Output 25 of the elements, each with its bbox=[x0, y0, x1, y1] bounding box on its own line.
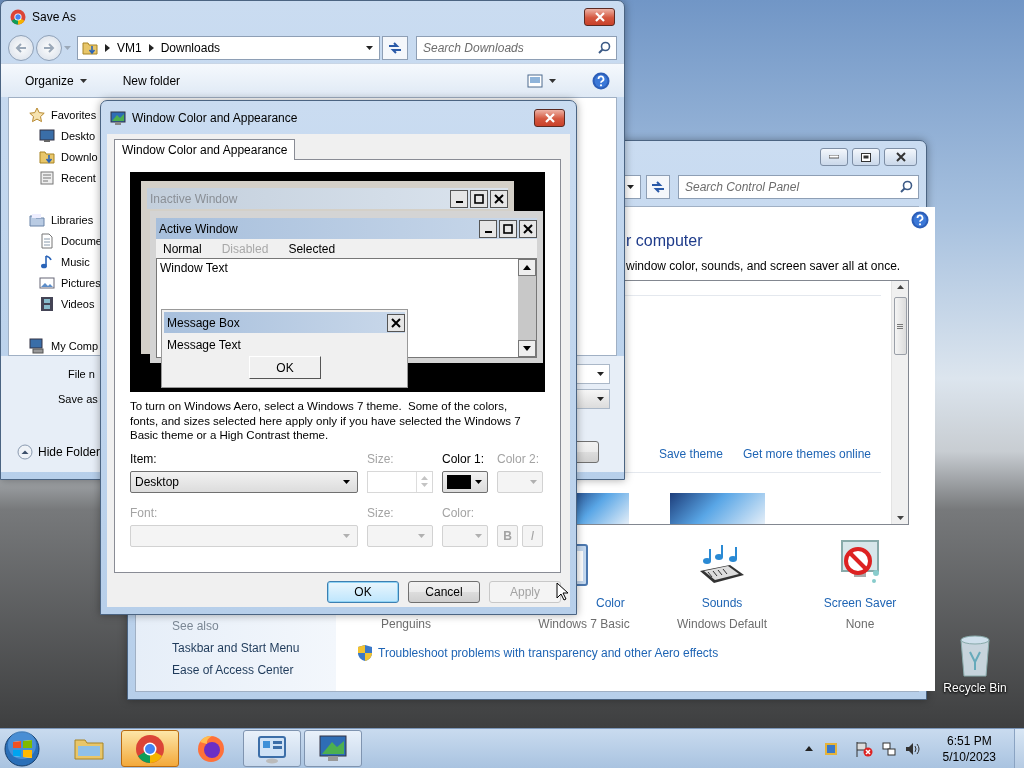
field-label: Save as bbox=[58, 393, 98, 405]
window-title: Window Color and Appearance bbox=[132, 110, 299, 125]
item-subtitle: None bbox=[845, 617, 875, 631]
title-bar: Message Box bbox=[164, 312, 405, 333]
section-heading: See also bbox=[172, 619, 220, 633]
field-label: Font: bbox=[130, 505, 159, 521]
window-text: Window Text bbox=[159, 260, 229, 277]
field-label: Color 1: bbox=[442, 451, 486, 467]
field-label: File n bbox=[68, 368, 95, 380]
message-text: Message Text bbox=[166, 337, 242, 352]
field-label: Item: bbox=[130, 451, 158, 467]
window-title: Save As bbox=[32, 10, 78, 24]
description-text: To turn on Windows Aero, select a Windows 7 theme. Some of the colors, fonts, and sizes selected here apply only if you have selected the Windows 7 Basic theme or a High Contrast theme. bbox=[130, 399, 522, 443]
title-bar: Active Window bbox=[156, 218, 537, 239]
field-label: Size: bbox=[367, 451, 395, 467]
desktop-icon-label: Recycle Bin bbox=[943, 681, 1007, 695]
field-label: Color 2: bbox=[497, 451, 541, 467]
title-bar: Inactive Window bbox=[147, 188, 508, 209]
field-label: Color: bbox=[442, 505, 475, 521]
page-heading: r computer bbox=[626, 232, 704, 250]
field-label: Size: bbox=[367, 505, 395, 521]
item-subtitle: Penguins bbox=[380, 617, 431, 631]
page-description: window color, sounds, and screen saver all at once. bbox=[626, 259, 902, 273]
item-subtitle: Windows Default bbox=[676, 617, 767, 631]
item-subtitle: Windows 7 Basic bbox=[538, 617, 630, 631]
